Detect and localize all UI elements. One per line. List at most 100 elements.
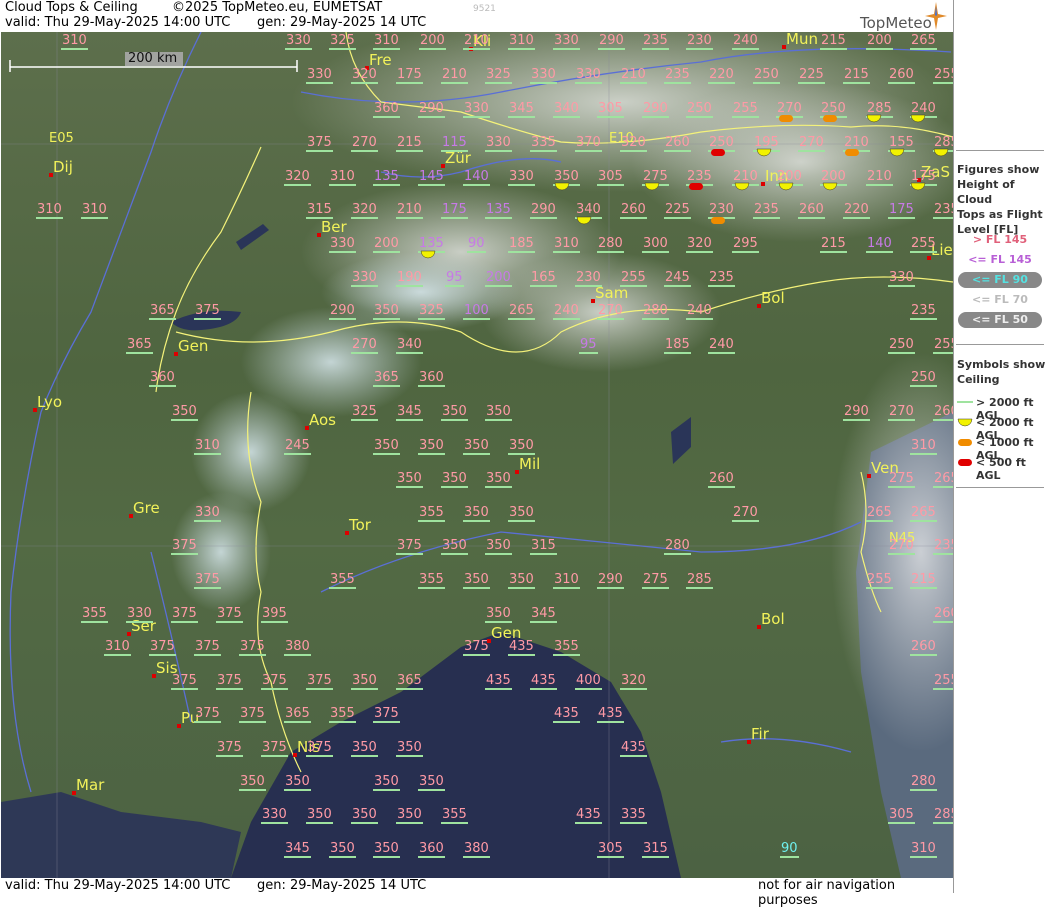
cloud-top-value: 255 <box>620 270 647 287</box>
cloud-top-value: 345 <box>530 606 557 623</box>
cloud-top-value: 270 <box>732 505 759 522</box>
legend-divider <box>956 344 1044 345</box>
cloud-top-value: 305 <box>888 807 915 824</box>
cloud-top-value: 375 <box>194 303 221 320</box>
cloud-top-value: 235 <box>753 202 780 219</box>
map-background <box>1 32 953 878</box>
map-title: Cloud Tops & Ceiling <box>5 0 138 15</box>
ceiling-symbol-yellow <box>910 114 926 123</box>
legend-divider <box>956 150 1044 151</box>
cloud-top-value: 230 <box>575 270 602 287</box>
compass-star-icon <box>925 2 947 30</box>
cloud-top-value: 215 <box>910 572 937 589</box>
cloud-top-value: 270 <box>888 404 915 421</box>
ceiling-legend-symbol-orange <box>958 439 972 446</box>
cloud-top-value: 140 <box>866 236 893 253</box>
cloud-top-value: 375 <box>194 639 221 656</box>
cloud-top-value: 335 <box>530 135 557 152</box>
cloud-top-value: 235 <box>708 270 735 287</box>
cloud-top-value: 260 <box>888 67 915 84</box>
cloud-top-value: 375 <box>194 706 221 723</box>
cloud-top-value: 375 <box>149 639 176 656</box>
cloud-top-value: 280 <box>642 303 669 320</box>
cloud-top-value: 260 <box>910 639 937 656</box>
cloud-top-value: 345 <box>396 404 423 421</box>
cloud-top-value: 265 <box>508 303 535 320</box>
cloud-top-value: 365 <box>284 706 311 723</box>
fl-legend-item: <= FL 50 <box>972 313 1028 326</box>
cloud-top-value: 350 <box>171 404 198 421</box>
cloud-top-value: 215 <box>820 236 847 253</box>
cloud-top-value: 320 <box>351 202 378 219</box>
cloud-top-value: 215 <box>396 135 423 152</box>
footer-valid: valid: Thu 29-May-2025 14:00 UTC <box>5 878 231 893</box>
cloud-top-value: 350 <box>351 740 378 757</box>
cloud-top-value: 235 <box>933 539 953 555</box>
cloud-top-value: 240 <box>553 303 580 320</box>
cloud-top-value: 350 <box>508 505 535 522</box>
cloud-top-value: 355 <box>329 706 356 723</box>
cloud-top-value: 435 <box>597 706 624 723</box>
city-label: Dij <box>53 158 73 176</box>
ceiling-legend-item: < 500 ft AGL <box>976 456 1026 482</box>
cloud-top-value: 350 <box>351 673 378 690</box>
cloud-top-value: 290 <box>642 101 669 118</box>
copyright: ©2025 TopMeteo.eu, EUMETSAT <box>172 0 383 15</box>
cloud-top-value: 310 <box>373 33 400 50</box>
satellite-map[interactable]: 200 km E05 E10 N45 Dij Fre Kli Mun Zür Inn ZaS Ber… <box>1 32 953 878</box>
cloud-top-value: 135 <box>373 169 400 186</box>
cloud-top-value: 270 <box>888 538 915 555</box>
fl-legend-item: <= FL 90 <box>972 273 1028 286</box>
cloud-top-value: 395 <box>261 606 288 623</box>
ceiling-symbol-orange <box>823 115 837 122</box>
cloud-top-value: 175 <box>888 202 915 219</box>
footer-gen: gen: 29-May-2025 14 UTC <box>257 878 427 893</box>
footer-bar: valid: Thu 29-May-2025 14:00 UTC gen: 29… <box>0 878 953 908</box>
cloud-top-value: 330 <box>463 101 490 118</box>
cloud-top-value: 375 <box>216 740 243 757</box>
cloud-top-value: 330 <box>530 67 557 84</box>
ceiling-symbol-yellow <box>756 148 772 157</box>
cloud-top-value: 350 <box>373 303 400 320</box>
cloud-top-value: 365 <box>126 337 153 354</box>
cloud-top-value: 305 <box>597 169 624 186</box>
cloud-top-value: 90 <box>780 841 799 858</box>
cloud-top-value: 355 <box>418 572 445 589</box>
cloud-top-value: 255 <box>933 68 953 84</box>
cloud-top-value: 240 <box>686 303 713 320</box>
cloud-top-value: 330 <box>888 270 915 287</box>
cloud-top-value: 115 <box>441 135 468 152</box>
cloud-top-value: 305 <box>597 841 624 858</box>
cloud-top-value: 350 <box>463 572 490 589</box>
cloud-top-value: 375 <box>216 673 243 690</box>
cloud-top-value: 310 <box>910 438 937 455</box>
cloud-top-value: 335 <box>620 807 647 824</box>
cloud-top-value: 255 <box>866 572 893 589</box>
cloud-top-value: 350 <box>396 740 423 757</box>
cloud-top-value: 375 <box>306 135 333 152</box>
cloud-top-value: 360 <box>418 370 445 387</box>
cloud-top-value: 350 <box>508 438 535 455</box>
cloud-top-value: 350 <box>485 471 512 488</box>
city-label: Gre <box>133 499 160 517</box>
ceiling-symbol-yellow <box>933 148 949 157</box>
cloud-top-value: 350 <box>441 404 468 421</box>
ceiling-symbol-orange <box>845 149 859 156</box>
cloud-top-value: 245 <box>664 270 691 287</box>
cloud-top-value: 200 <box>485 270 512 287</box>
cloud-top-value: 290 <box>843 404 870 421</box>
cloud-top-value: 350 <box>441 471 468 488</box>
cloud-top-value: 225 <box>798 67 825 84</box>
cloud-top-value: 315 <box>642 841 669 858</box>
cloud-top-value: 380 <box>463 841 490 858</box>
cloud-top-value: 280 <box>597 236 624 253</box>
cloud-top-value: 275 <box>642 572 669 589</box>
cloud-top-value: 355 <box>441 807 468 824</box>
gen-time: gen: 29-May-2025 14 UTC <box>257 15 427 30</box>
cloud-top-value: 320 <box>620 673 647 690</box>
cloud-top-value: 175 <box>441 202 468 219</box>
fl-legend-item: <= FL 145 <box>968 253 1032 266</box>
cloud-top-value: 250 <box>753 67 780 84</box>
cloud-top-value: 350 <box>418 774 445 791</box>
cloud-top-value: 355 <box>81 606 108 623</box>
